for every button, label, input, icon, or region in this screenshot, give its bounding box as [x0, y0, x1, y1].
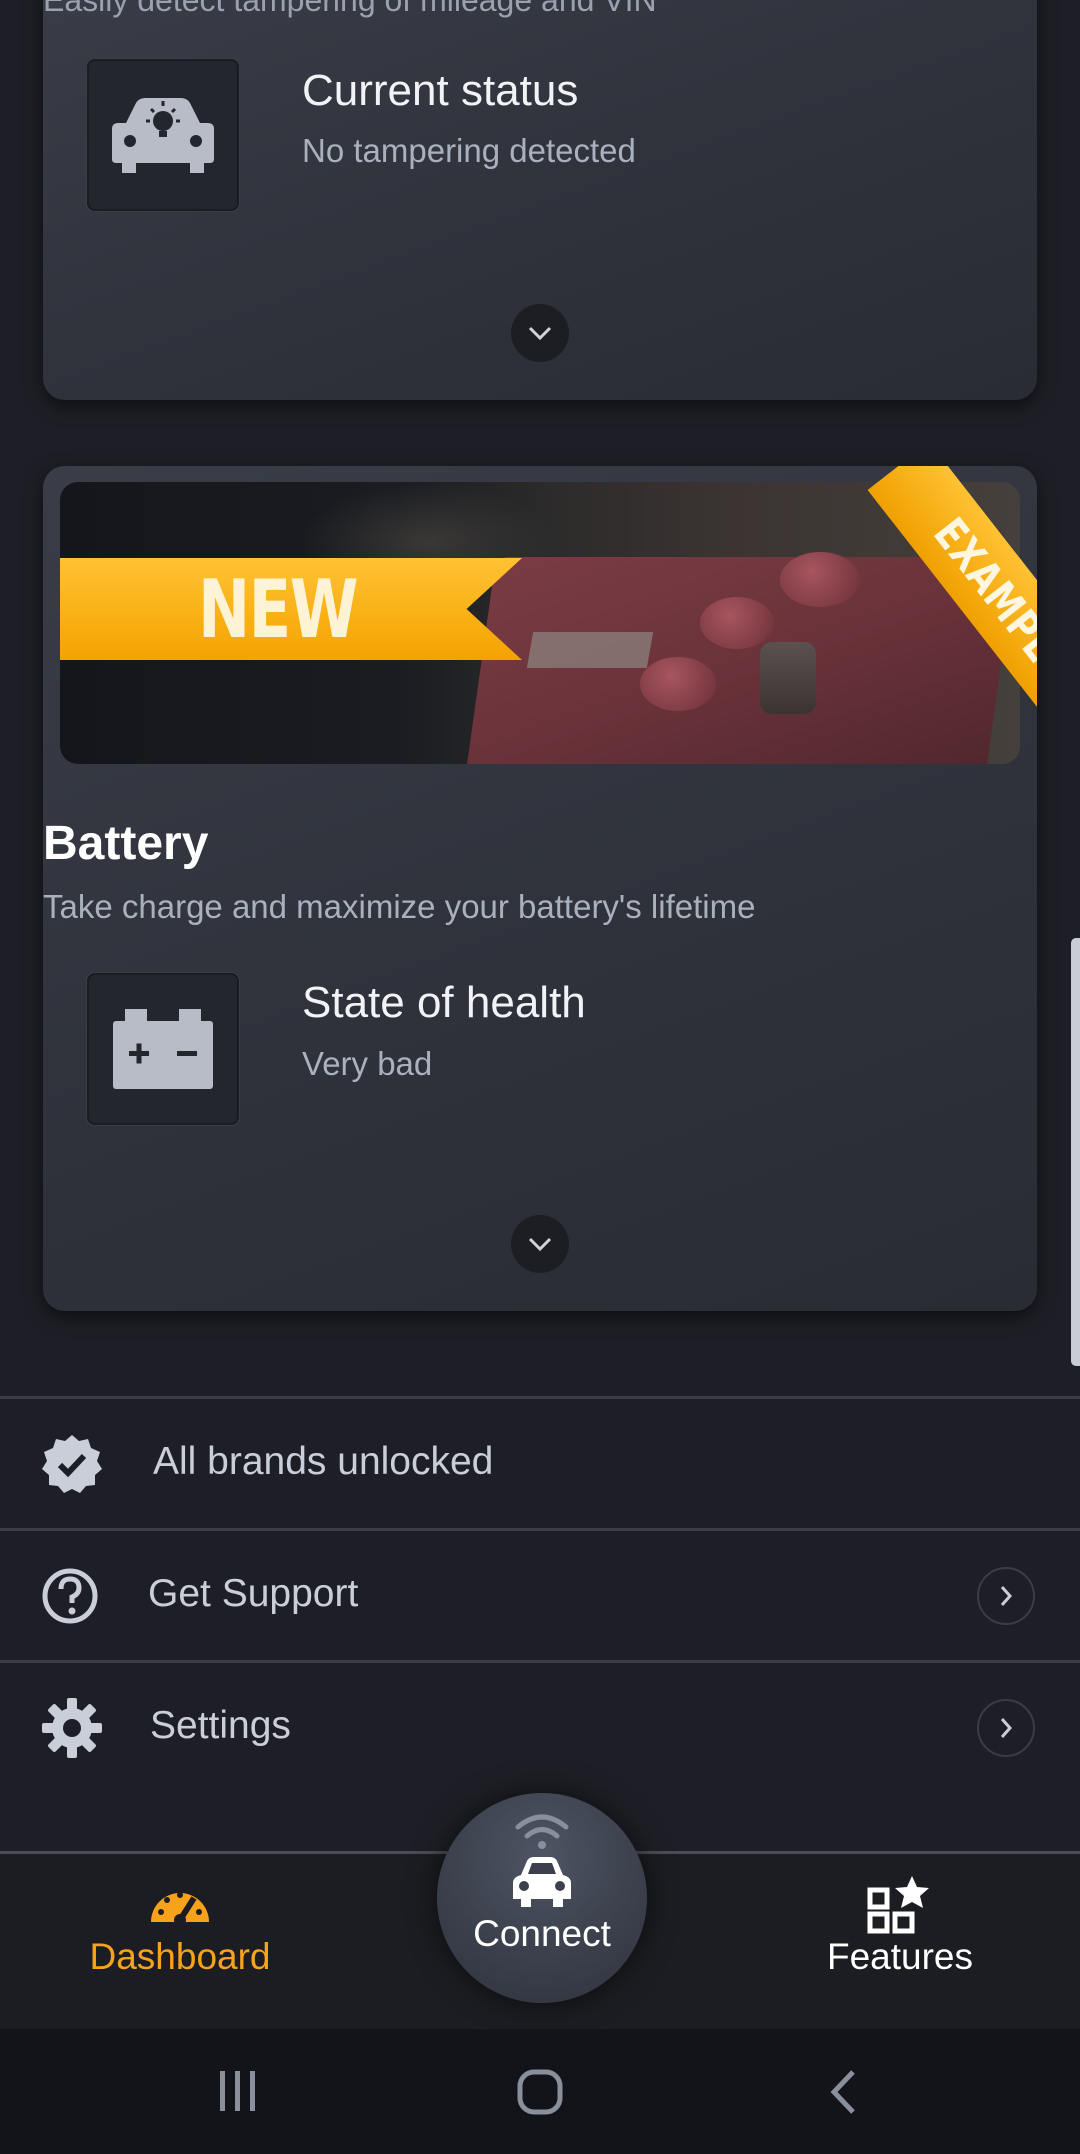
scrollbar[interactable] [1071, 938, 1080, 1366]
car-icon [513, 1857, 571, 1907]
new-ribbon: NEW [60, 558, 522, 660]
nav-features[interactable]: Features [780, 1854, 1020, 2032]
chevron-down-icon [528, 1237, 552, 1252]
settings-label: Settings [150, 1704, 291, 1747]
battery-icon [113, 1009, 213, 1089]
battery-banner-image: NEW [60, 482, 1020, 764]
current-status-value: No tampering detected [302, 132, 636, 169]
verified-badge-icon [42, 1435, 102, 1493]
settings-row[interactable]: Settings [0, 1664, 1080, 1792]
status-icon-box [87, 59, 239, 211]
chevron-right-icon [1000, 1718, 1013, 1738]
help-circle-icon [42, 1568, 98, 1624]
state-of-health-value: Very bad [302, 1045, 433, 1082]
settings-chevron-button[interactable] [977, 1699, 1035, 1757]
chevron-down-icon [528, 326, 552, 341]
gear-icon [42, 1698, 102, 1758]
chevron-right-icon [1000, 1586, 1013, 1606]
recent-apps-icon[interactable] [216, 2069, 260, 2113]
car-bulb-icon [112, 98, 214, 173]
nav-connect-label: Connect [473, 1913, 611, 1954]
nav-dashboard[interactable]: Dashboard [60, 1854, 300, 2032]
all-brands-label: All brands unlocked [153, 1440, 494, 1483]
system-nav-bar [0, 2029, 1080, 2154]
battery-icon-box [87, 973, 239, 1125]
all-brands-row: All brands unlocked [0, 1400, 1080, 1528]
wifi-icon [515, 1814, 569, 1849]
new-badge-text: NEW [198, 562, 359, 656]
back-icon[interactable] [828, 2069, 858, 2115]
divider [0, 1396, 1080, 1399]
divider [0, 1528, 1080, 1531]
get-support-row[interactable]: Get Support [0, 1532, 1080, 1660]
get-support-chevron-button[interactable] [977, 1567, 1035, 1625]
tampering-subtitle: Easily detect tampering of mileage and V… [43, 0, 657, 18]
tampering-expand-button[interactable] [511, 304, 569, 362]
connect-button[interactable]: Connect [437, 1793, 647, 2003]
get-support-label: Get Support [148, 1572, 359, 1615]
grid-star-icon [867, 1876, 929, 1934]
battery-expand-button[interactable] [511, 1215, 569, 1273]
speedometer-icon [151, 1892, 209, 1926]
nav-dashboard-label: Dashboard [89, 1936, 271, 1977]
battery-subtitle: Take charge and maximize your battery's … [43, 888, 756, 925]
home-icon[interactable] [517, 2069, 563, 2115]
state-of-health-title: State of health [302, 978, 586, 1027]
nav-features-label: Features [826, 1936, 973, 1977]
battery-title: Battery [43, 817, 209, 870]
divider [0, 1660, 1080, 1663]
current-status-title: Current status [302, 66, 579, 115]
